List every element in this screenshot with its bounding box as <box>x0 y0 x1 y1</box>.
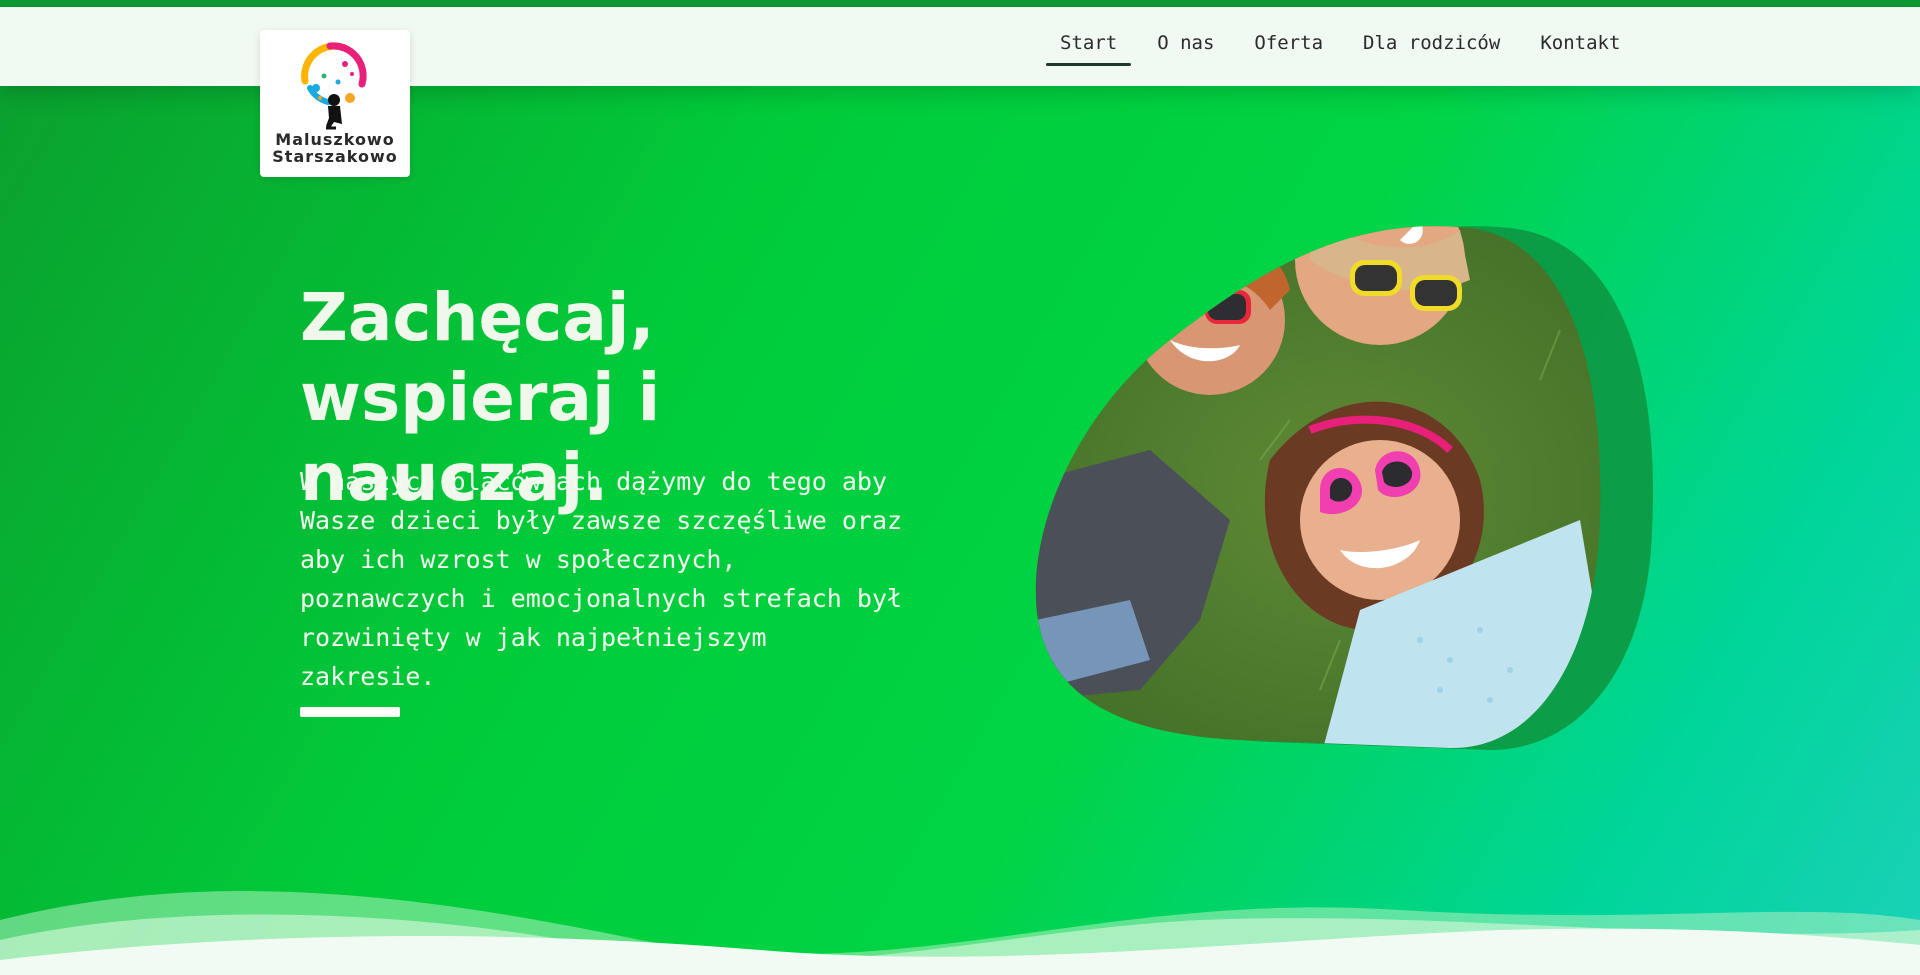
nav-item-o-nas[interactable]: O nas <box>1143 26 1228 66</box>
hero-description: W naszych placówkach dążymy do tego aby … <box>300 462 920 696</box>
hero-photo <box>1020 220 1660 760</box>
brand-name-line1: Maluszkowo <box>275 130 395 149</box>
top-accent-line <box>0 0 1920 7</box>
hero-text-line: poznawczych i emocjonalnych strefach był <box>300 584 903 613</box>
hero-text-line: Wasze dzieci były zawsze szczęśliwe oraz <box>300 506 903 535</box>
main-nav: Start O nas Oferta Dla rodziców Kontakt <box>1046 26 1646 66</box>
brand-name-line2: Starszakowo <box>272 147 398 166</box>
hero-text-line: aby ich wzrost w społecznych, <box>300 545 737 574</box>
nav-item-start[interactable]: Start <box>1046 26 1132 66</box>
bottom-waves <box>0 891 1920 975</box>
logo-child-balloons-icon <box>301 42 367 130</box>
hero-text-line: rozwinięty w jak najpełniejszym <box>300 623 767 652</box>
nav-item-oferta[interactable]: Oferta <box>1240 26 1337 66</box>
nav-item-dla-rodzicow[interactable]: Dla rodziców <box>1349 26 1514 66</box>
nav-item-kontakt[interactable]: Kontakt <box>1526 26 1634 66</box>
hero-title-line1: Zachęcaj, wspieraj i <box>300 279 661 436</box>
logo[interactable]: Maluszkowo Starszakowo <box>260 30 410 177</box>
hero-text-line: W naszych placówkach dążymy do tego aby <box>300 467 887 496</box>
hero-text-line: zakresie. <box>300 662 436 691</box>
hero-accent-bar <box>300 707 400 717</box>
